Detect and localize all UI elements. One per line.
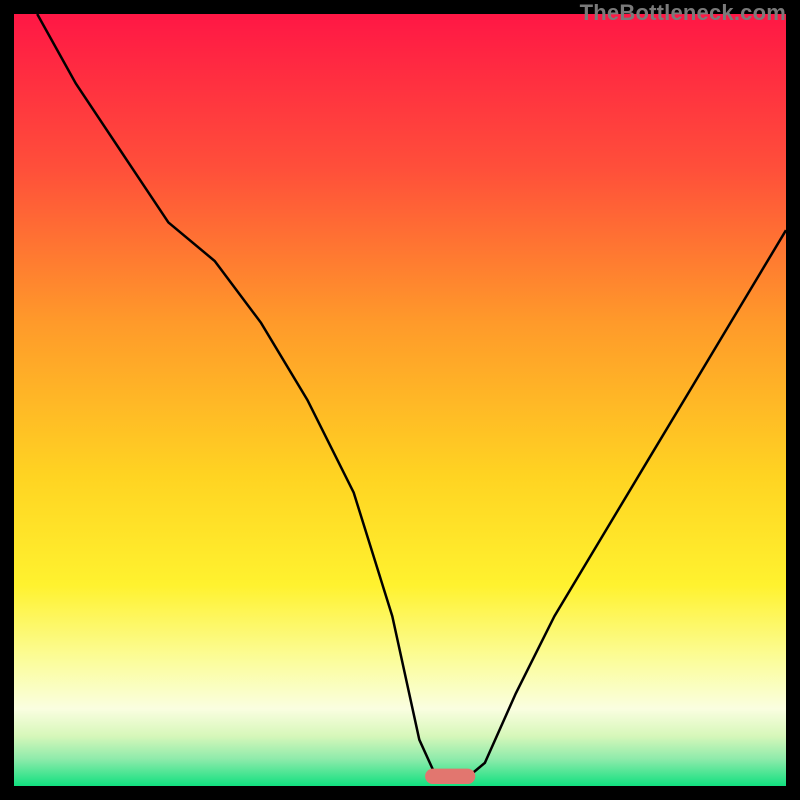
optimal-marker [425, 769, 475, 784]
gradient-background [14, 14, 786, 786]
watermark-text: TheBottleneck.com [580, 0, 786, 26]
chart-frame [14, 14, 786, 786]
bottleneck-plot [14, 14, 786, 786]
